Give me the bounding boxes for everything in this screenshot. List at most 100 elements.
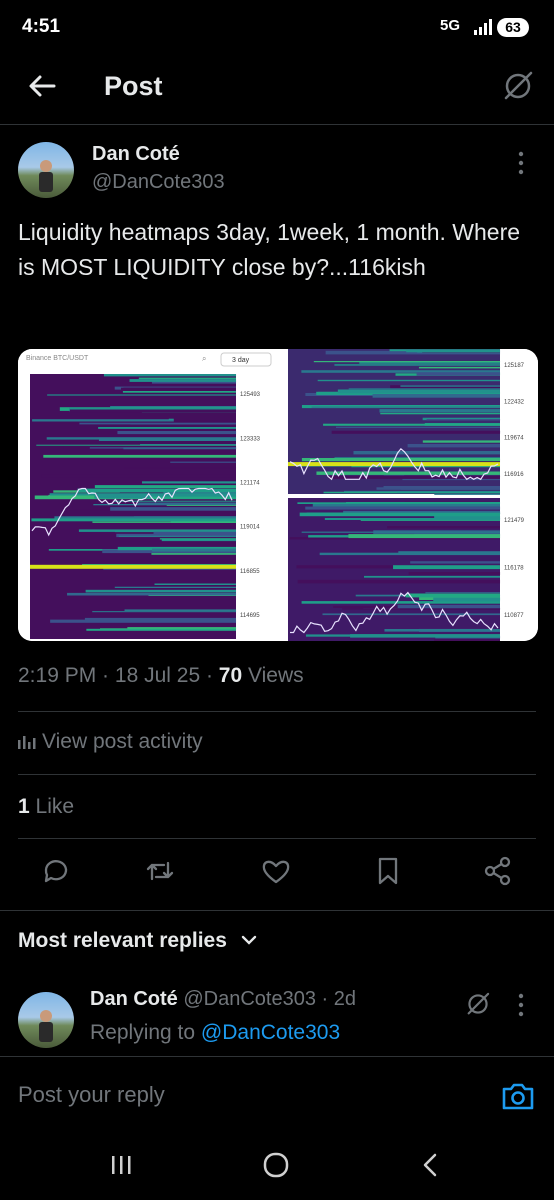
- reply-avatar[interactable]: [18, 992, 74, 1048]
- reply-age: 2d: [333, 988, 356, 1010]
- heatmap-band: [103, 374, 237, 377]
- heatmap-band: [123, 467, 237, 469]
- repost-icon[interactable]: [144, 855, 176, 887]
- divider: [18, 838, 536, 839]
- replies-sort-label: Most relevant replies: [18, 929, 227, 952]
- price-tick-label: 121479: [504, 518, 525, 524]
- back-nav-icon[interactable]: [420, 1152, 440, 1178]
- reply-author-name[interactable]: Dan Coté: [90, 988, 178, 1010]
- divider: [18, 774, 536, 775]
- replying-to-handle[interactable]: @DanCote303: [201, 1021, 340, 1044]
- heatmap-band: [317, 379, 500, 382]
- divider: [18, 711, 536, 712]
- heatmap-band: [406, 349, 500, 353]
- heatmap-band: [170, 461, 237, 463]
- views-label: Views: [248, 664, 304, 687]
- heatmap-band: [84, 617, 237, 622]
- reply-input[interactable]: Post your reply: [18, 1082, 165, 1108]
- heatmap-band: [383, 486, 500, 489]
- heatmap-band: [69, 409, 237, 413]
- heatmap-band: [305, 506, 501, 510]
- post-image[interactable]: Binance BTC/USDT ⌕ 3 day 125493 123333 121…: [18, 349, 538, 641]
- heatmap-band: [301, 458, 501, 462]
- status-time: 4:51: [22, 16, 61, 37]
- heatmap-band: [335, 426, 500, 428]
- reply-author-handle[interactable]: @DanCote303: [183, 988, 316, 1010]
- heatmap-band: [138, 377, 237, 379]
- price-tick-label: 125493: [240, 392, 261, 398]
- price-tick-label: 116178: [504, 566, 524, 572]
- bar-chart-icon: [18, 736, 36, 749]
- reply-icon[interactable]: [40, 855, 72, 887]
- heatmap-band: [323, 423, 500, 426]
- heatmap-band: [138, 502, 236, 505]
- heatmap-band: [47, 394, 237, 396]
- back-arrow-icon[interactable]: [24, 68, 60, 104]
- share-icon[interactable]: [482, 855, 514, 887]
- heatmap-band: [348, 534, 501, 539]
- heatmap-band: [311, 406, 500, 408]
- divider: [0, 1056, 554, 1057]
- heatmap-band: [405, 593, 500, 598]
- heatmap-band: [434, 639, 500, 641]
- action-bar: [0, 855, 554, 895]
- heatmap-band: [322, 613, 500, 616]
- author-avatar[interactable]: [18, 142, 74, 198]
- more-options-icon[interactable]: [516, 992, 526, 1018]
- grok-icon[interactable]: [500, 68, 536, 104]
- heatmap-band: [151, 548, 236, 552]
- heatmap-band: [400, 385, 501, 387]
- heatmap-band: [331, 430, 501, 434]
- heatmap-band: [85, 589, 237, 593]
- heatmap-band: [434, 493, 500, 495]
- price-tick-label: 119014: [240, 525, 260, 531]
- heatmap-band: [313, 361, 501, 363]
- heatmap-band: [79, 422, 236, 425]
- heatmap-band: [407, 444, 500, 448]
- post-date: 18 Jul 25: [114, 664, 201, 687]
- heatmap-band: [65, 598, 237, 602]
- heatmap-band: [426, 419, 501, 421]
- author-handle[interactable]: @DanCote303: [92, 171, 225, 194]
- replying-to: Replying to @DanCote303: [90, 1021, 340, 1045]
- price-tick-label: 116916: [504, 472, 524, 478]
- heatmap-band: [425, 592, 500, 594]
- range-selector[interactable]: 3 day: [232, 357, 250, 364]
- heatmap-band: [397, 491, 501, 493]
- page-title: Post: [104, 71, 163, 101]
- camera-icon[interactable]: [500, 1080, 536, 1112]
- author-name[interactable]: Dan Coté: [92, 143, 180, 166]
- likes-summary[interactable]: 1 Like: [18, 795, 74, 819]
- price-tick-label: 125187: [504, 363, 525, 369]
- replies-sort-dropdown[interactable]: Most relevant replies: [18, 929, 257, 953]
- more-options-icon[interactable]: [516, 150, 526, 176]
- battery-level: 63: [497, 18, 529, 37]
- likes-label: Like: [35, 795, 75, 818]
- heatmap-band: [297, 579, 501, 584]
- heatmap-band: [124, 609, 237, 612]
- price-tick-label: 116855: [240, 569, 260, 575]
- heatmap-band: [86, 628, 236, 631]
- heatmap-band: [380, 412, 500, 415]
- view-activity-link[interactable]: View post activity: [18, 730, 203, 754]
- heatmap-band: [422, 440, 501, 443]
- heatmap-band: [92, 521, 237, 523]
- home-icon[interactable]: [263, 1152, 289, 1178]
- like-icon[interactable]: [260, 855, 292, 887]
- heatmap-band: [348, 388, 500, 390]
- heatmap-band: [397, 604, 500, 609]
- heatmap-band: [334, 364, 501, 366]
- grok-icon[interactable]: [464, 990, 492, 1018]
- heatmap-band: [297, 502, 501, 504]
- system-navigation-bar: [0, 1130, 554, 1200]
- post-text: Liquidity heatmaps 3day, 1week, 1 month.…: [18, 219, 521, 280]
- reply-header: Dan Coté @DanCote303 · 2d: [90, 988, 356, 1010]
- heatmap-band: [393, 565, 500, 570]
- bookmark-icon[interactable]: [372, 855, 404, 887]
- price-tick-label: 121174: [240, 480, 260, 486]
- recent-apps-icon[interactable]: [110, 1154, 134, 1176]
- heatmap-band: [98, 438, 237, 441]
- heatmap-band: [154, 583, 236, 585]
- heatmap-composite: Binance BTC/USDT ⌕ 3 day 125493 123333 121…: [18, 349, 538, 641]
- heatmap-band: [387, 526, 500, 529]
